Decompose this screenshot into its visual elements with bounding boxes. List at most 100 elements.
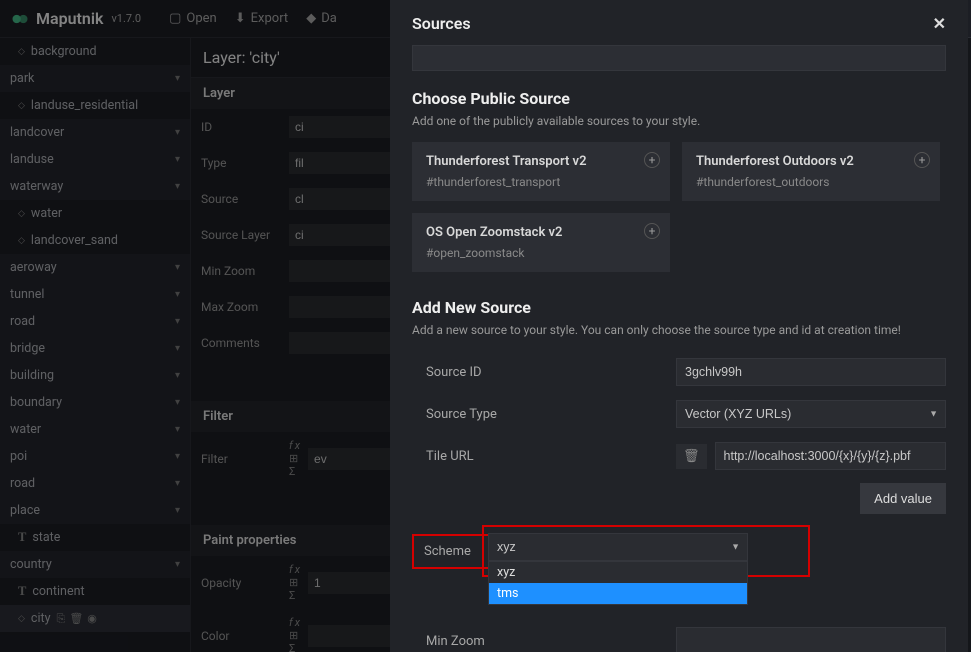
sidebar-item-label: park: [10, 71, 34, 86]
sidebar-item-landuse[interactable]: landuse▾: [0, 146, 190, 173]
sigma-icon[interactable]: Σ: [289, 589, 297, 602]
source-id-input[interactable]: [676, 358, 946, 386]
layer-action-icons[interactable]: ⎘ 🗑 ◉: [57, 612, 97, 626]
min-zoom-input[interactable]: [676, 627, 946, 652]
scheme-select[interactable]: [488, 533, 748, 561]
section-filter-heading: Filter: [191, 401, 390, 432]
prop-input-source-layer[interactable]: [289, 224, 390, 246]
sidebar-item-state[interactable]: Tstate: [0, 524, 190, 551]
fx-icon[interactable]: fx: [289, 616, 302, 629]
sidebar-item-place[interactable]: place▾: [0, 497, 190, 524]
scheme-option-xyz[interactable]: xyz: [489, 562, 747, 583]
prop-row-opacity: Opacityfx ⊞ Σ: [191, 556, 390, 609]
open-button[interactable]: ▢ Open: [169, 11, 217, 26]
sidebar-item-bridge[interactable]: bridge▾: [0, 335, 190, 362]
prop-input-max-zoom[interactable]: [289, 296, 390, 318]
plus-icon[interactable]: +: [914, 152, 930, 168]
source-type-select[interactable]: [676, 400, 946, 428]
prop-input-min-zoom[interactable]: [289, 260, 390, 282]
sidebar-item-landcover[interactable]: landcover▾: [0, 119, 190, 146]
sidebar-item-water[interactable]: ◇water: [0, 200, 190, 227]
source-id-label: Source ID: [426, 365, 676, 380]
sidebar-item-aeroway[interactable]: aeroway▾: [0, 254, 190, 281]
layer-title: Layer: 'city': [191, 38, 390, 78]
sidebar-item-label: boundary: [10, 395, 62, 410]
fx-icon[interactable]: fx: [289, 439, 302, 452]
trash-icon[interactable]: 🗑: [69, 612, 83, 626]
maputnik-icon: [10, 9, 30, 29]
card-id: #thunderforest_transport: [426, 175, 656, 189]
chevron-down-icon: ▾: [175, 73, 180, 84]
fx-icon[interactable]: fx: [289, 563, 302, 576]
slider-icon[interactable]: ⊞: [289, 629, 300, 642]
prop-input-color[interactable]: [308, 625, 390, 647]
layer-list-sidebar[interactable]: ◇backgroundpark▾◇landuse_residentialland…: [0, 38, 190, 652]
sidebar-item-building[interactable]: building▾: [0, 362, 190, 389]
diamond-icon: ◇: [18, 236, 25, 246]
card-title: Thunderforest Transport v2: [426, 154, 656, 169]
prop-input-source[interactable]: [289, 188, 390, 210]
public-source-card[interactable]: Thunderforest Outdoors v2#thunderforest_…: [682, 142, 940, 201]
public-source-sub: Add one of the publicly available source…: [412, 114, 946, 128]
prop-row-id: ID: [191, 109, 390, 145]
prop-label: Filter: [201, 452, 283, 466]
sidebar-item-label: bridge: [10, 341, 45, 356]
chevron-down-icon: ▾: [175, 289, 180, 300]
plus-icon[interactable]: +: [644, 223, 660, 239]
tile-url-input[interactable]: [715, 442, 946, 470]
sidebar-item-waterway[interactable]: waterway▾: [0, 173, 190, 200]
scheme-option-tms[interactable]: tms: [489, 583, 747, 604]
sidebar-item-boundary[interactable]: boundary ▾: [0, 389, 190, 416]
slider-icon[interactable]: ⊞: [289, 452, 300, 465]
sidebar-item-label: continent: [32, 584, 84, 599]
active-sources-box: [412, 45, 946, 71]
prop-input-comments[interactable]: [289, 332, 390, 354]
prop-input-id[interactable]: [289, 116, 390, 138]
diamond-icon: ◇: [18, 614, 25, 624]
sidebar-item-landuse-residential[interactable]: ◇landuse_residential: [0, 92, 190, 119]
sidebar-item-background[interactable]: ◇background: [0, 38, 190, 65]
sidebar-item-label: landuse: [10, 152, 54, 167]
trash-icon: 🗑: [683, 449, 700, 464]
scheme-label: Scheme: [424, 544, 471, 559]
eye-icon[interactable]: ◉: [87, 612, 97, 626]
sidebar-item-poi[interactable]: poi▾: [0, 443, 190, 470]
chevron-down-icon: ▾: [175, 397, 180, 408]
download-icon: ⬇: [235, 11, 246, 26]
prop-label: Max Zoom: [201, 300, 283, 314]
section-paint-heading: Paint properties: [191, 525, 390, 556]
prop-input-type[interactable]: [289, 152, 390, 174]
text-icon: T: [18, 584, 26, 599]
sidebar-item-city[interactable]: ◇city⎘ 🗑 ◉: [0, 605, 190, 632]
sidebar-item-country[interactable]: country▾: [0, 551, 190, 578]
plus-icon[interactable]: +: [644, 152, 660, 168]
sources-modal: Sources ✕ Choose Public Source Add one o…: [390, 0, 968, 652]
modal-title: Sources: [412, 14, 471, 33]
prop-input-opacity[interactable]: [308, 572, 390, 594]
sidebar-item-continent[interactable]: Tcontinent: [0, 578, 190, 605]
slider-icon[interactable]: ⊞: [289, 576, 300, 589]
open-icon: ▢: [169, 11, 181, 26]
sidebar-item-water[interactable]: water▾: [0, 416, 190, 443]
sidebar-item-landcover-sand[interactable]: ◇landcover_sand: [0, 227, 190, 254]
prop-label: Color: [201, 629, 283, 643]
sigma-icon[interactable]: Σ: [289, 465, 297, 478]
close-icon[interactable]: ✕: [933, 14, 946, 33]
sigma-icon[interactable]: Σ: [289, 642, 297, 652]
chevron-down-icon: ▾: [175, 478, 180, 489]
data-button[interactable]: ◆ Da: [306, 11, 337, 26]
public-source-card[interactable]: OS Open Zoomstack v2#open_zoomstack+: [412, 213, 670, 272]
sidebar-item-tunnel[interactable]: tunnel▾: [0, 281, 190, 308]
copy-icon[interactable]: ⎘: [57, 612, 66, 626]
sidebar-item-road[interactable]: road▾: [0, 470, 190, 497]
sidebar-item-road[interactable]: road▾: [0, 308, 190, 335]
card-id: #thunderforest_outdoors: [696, 175, 926, 189]
public-source-card[interactable]: Thunderforest Transport v2 #thunderforest…: [412, 142, 670, 201]
diamond-icon: ◇: [18, 47, 25, 57]
export-button[interactable]: ⬇ Export: [235, 11, 288, 26]
sidebar-item-park[interactable]: park ▾: [0, 65, 190, 92]
delete-url-button[interactable]: 🗑: [676, 444, 707, 469]
add-value-button[interactable]: Add value: [860, 483, 946, 514]
prop-input-filter[interactable]: [308, 448, 390, 470]
prop-label: Comments: [201, 336, 283, 350]
